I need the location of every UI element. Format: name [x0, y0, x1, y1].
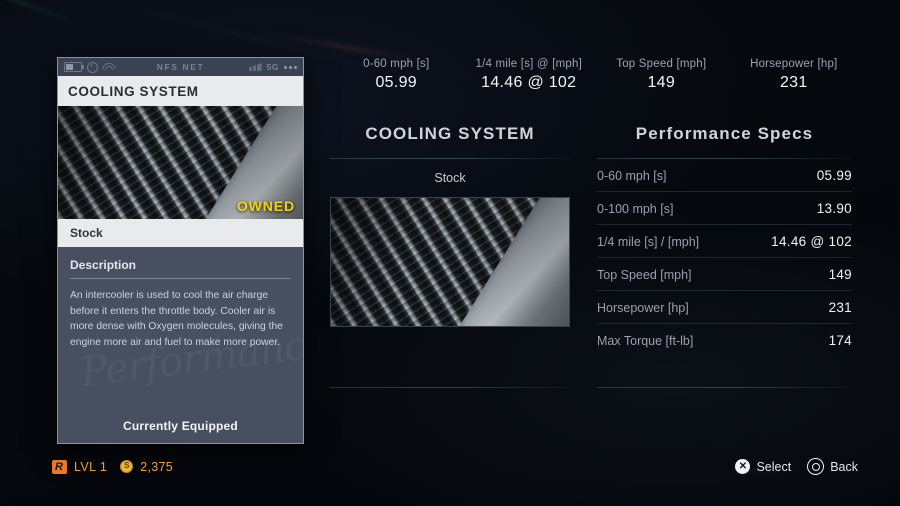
select-prompt[interactable]: ✕ Select — [735, 459, 791, 474]
spec-key: Max Torque [ft-lb] — [597, 334, 694, 348]
spec-row: Max Torque [ft-lb] 174 — [597, 324, 852, 356]
spec-row: 0-100 mph [s] 13.90 — [597, 192, 852, 225]
part-detail-column: COOLING SYSTEM Stock — [330, 124, 570, 327]
phone-status-bar: NFS NET 5G — [58, 58, 303, 76]
game-tuning-screen: 0-60 mph [s] 05.99 1/4 mile [s] @ [mph] … — [0, 0, 900, 506]
specs-title: Performance Specs — [635, 124, 814, 143]
owned-badge: OWNED — [236, 198, 295, 214]
top-stat-value: 149 — [647, 74, 676, 91]
circle-button-icon — [807, 458, 825, 475]
select-prompt-label: Select — [756, 459, 792, 474]
bg-streak — [1, 0, 69, 21]
player-level: LVL 1 — [73, 459, 108, 474]
back-prompt[interactable]: Back — [807, 458, 858, 475]
description-text: An intercooler is used to cool the air c… — [70, 290, 283, 348]
center-column-bottom-divider — [330, 387, 570, 388]
spec-key: Horsepower [hp] — [597, 301, 689, 315]
spec-value: 14.46 @ 102 — [771, 234, 852, 249]
part-category-title: COOLING SYSTEM — [365, 124, 535, 143]
carrier-name: NFS NET — [156, 62, 205, 72]
top-stat-top-speed: Top Speed [mph] 149 — [595, 58, 728, 102]
top-stat-horsepower: Horsepower [hp] 231 — [728, 58, 861, 102]
top-stats-strip: 0-60 mph [s] 05.99 1/4 mile [s] @ [mph] … — [330, 58, 860, 102]
player-status-bar: R LVL 1 2,375 — [52, 459, 174, 474]
back-prompt-label: Back — [830, 459, 858, 474]
spec-value: 05.99 — [816, 168, 852, 183]
top-stat-value: 14.46 @ 102 — [481, 74, 577, 91]
spec-row: 0-60 mph [s] 05.99 — [597, 159, 852, 192]
top-stat-quarter-mile: 1/4 mile [s] @ [mph] 14.46 @ 102 — [463, 58, 596, 102]
spec-value: 13.90 — [816, 201, 852, 216]
player-currency: 2,375 — [140, 459, 174, 474]
part-info-card[interactable]: NFS NET 5G COOLING SYSTEM OWNED Stock Pe… — [57, 57, 304, 444]
spec-row: 1/4 mile [s] / [mph] 14.46 @ 102 — [597, 225, 852, 258]
top-stat-label: 0-60 mph [s] — [363, 58, 430, 70]
top-stat-0-60: 0-60 mph [s] 05.99 — [330, 58, 463, 102]
card-variant-label: Stock — [58, 219, 303, 247]
spec-key: Top Speed [mph] — [597, 268, 692, 282]
performance-specs-column: Performance Specs 0-60 mph [s] 05.99 0-1… — [597, 124, 852, 356]
spec-value: 231 — [828, 300, 852, 315]
right-column-bottom-divider — [597, 387, 852, 388]
currency-coin-icon — [120, 460, 134, 474]
cross-button-icon: ✕ — [735, 459, 751, 474]
button-prompts: ✕ Select Back — [735, 458, 858, 475]
spec-value: 149 — [828, 267, 852, 282]
rank-badge-icon: R — [52, 459, 67, 474]
card-title: COOLING SYSTEM — [58, 76, 303, 106]
top-stat-value: 05.99 — [375, 74, 418, 91]
spec-row: Horsepower [hp] 231 — [597, 291, 852, 324]
top-stat-label: 1/4 mile [s] @ [mph] — [475, 58, 582, 70]
top-stat-label: Top Speed [mph] — [616, 58, 707, 70]
card-description-body: Performance Description An intercooler i… — [58, 247, 303, 443]
spec-key: 0-60 mph [s] — [597, 169, 667, 183]
image-shading — [331, 198, 569, 326]
currently-equipped-label: Currently Equipped — [123, 419, 238, 433]
spec-value: 174 — [828, 333, 852, 348]
spec-key: 0-100 mph [s] — [597, 202, 674, 216]
spec-key: 1/4 mile [s] / [mph] — [597, 235, 700, 249]
top-stat-label: Horsepower [hp] — [750, 58, 838, 70]
intercooler-part-image[interactable] — [330, 197, 570, 327]
spec-row: Top Speed [mph] 149 — [597, 258, 852, 291]
card-part-image: OWNED — [58, 106, 303, 219]
description-heading: Description — [70, 258, 291, 279]
column-divider — [330, 158, 570, 159]
part-variant-name[interactable]: Stock — [330, 171, 570, 185]
top-stat-value: 231 — [779, 74, 808, 91]
